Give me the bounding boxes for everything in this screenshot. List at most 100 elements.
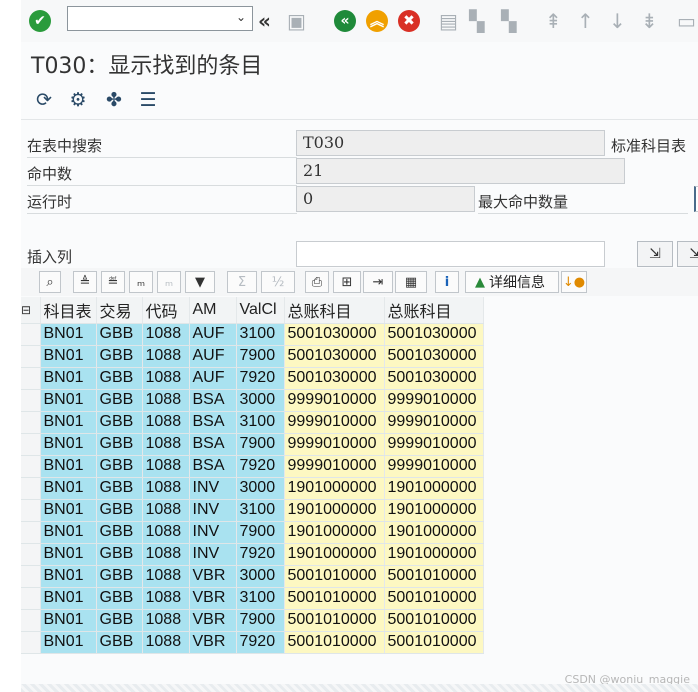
table-cell[interactable]: GBB xyxy=(96,477,143,500)
column-header[interactable]: 交易 xyxy=(96,297,143,324)
table-cell[interactable]: 5001030000 xyxy=(284,367,385,390)
table-cell[interactable]: 3000 xyxy=(236,389,285,412)
column-header[interactable]: 代码 xyxy=(142,297,190,324)
details-view-button[interactable]: ⌕ xyxy=(39,271,61,293)
table-cell[interactable]: 1088 xyxy=(142,565,190,588)
table-row[interactable]: BN01 GBB 1088 VBR 7920 5001010000 5001010000 xyxy=(21,631,484,654)
column-header[interactable]: AM xyxy=(189,297,237,324)
table-cell[interactable]: 1901000000 xyxy=(384,521,484,544)
table-cell[interactable]: GBB xyxy=(96,389,143,412)
column-header[interactable]: 总账科目 xyxy=(384,297,484,324)
table-cell[interactable]: AUF xyxy=(189,367,237,390)
sort-ascending-button[interactable]: ≜ xyxy=(73,271,97,293)
table-cell[interactable]: 1901000000 xyxy=(284,521,385,544)
select-all-cell[interactable]: ⊟ xyxy=(21,297,41,324)
export-button[interactable]: ⇥ xyxy=(363,271,393,293)
save-icon[interactable]: ▣ xyxy=(287,8,306,34)
table-cell[interactable]: 5001010000 xyxy=(284,565,385,588)
find-next-icon[interactable]: ▚ xyxy=(501,8,516,34)
table-cell[interactable]: BN01 xyxy=(40,345,97,368)
table-cell[interactable]: 5001030000 xyxy=(284,323,385,346)
row-selector[interactable] xyxy=(21,323,41,346)
insert-column-field[interactable] xyxy=(296,241,605,267)
table-cell[interactable]: 1088 xyxy=(142,455,190,478)
double-chevron-left-icon[interactable]: « xyxy=(258,8,271,34)
table-cell[interactable]: 5001030000 xyxy=(384,323,484,346)
table-cell[interactable]: 1088 xyxy=(142,367,190,390)
column-header[interactable]: ValCl xyxy=(236,297,285,324)
row-selector[interactable] xyxy=(21,455,41,478)
max-hits-field[interactable] xyxy=(694,186,698,212)
table-cell[interactable]: GBB xyxy=(96,433,143,456)
back-button[interactable]: « xyxy=(334,8,356,34)
exit-button[interactable]: ︽ xyxy=(366,8,388,34)
table-cell[interactable]: 9999010000 xyxy=(284,455,385,478)
table-cell[interactable]: VBR xyxy=(189,631,237,654)
table-cell[interactable]: 5001010000 xyxy=(284,609,385,632)
table-cell[interactable]: 5001030000 xyxy=(284,345,385,368)
table-cell[interactable]: GBB xyxy=(96,367,143,390)
table-cell[interactable]: 1901000000 xyxy=(284,499,385,522)
new-session-icon[interactable]: ▭ xyxy=(677,8,696,34)
table-cell[interactable]: BN01 xyxy=(40,389,97,412)
layout-button[interactable]: ▦ xyxy=(395,271,427,293)
table-cell[interactable]: BSA xyxy=(189,411,237,434)
next-page-icon[interactable]: ↓ xyxy=(609,8,626,34)
table-cell[interactable]: AUF xyxy=(189,345,237,368)
table-cell[interactable]: 1088 xyxy=(142,609,190,632)
row-selector[interactable] xyxy=(21,631,41,654)
table-cell[interactable]: 5001010000 xyxy=(384,565,484,588)
table-cell[interactable]: 1088 xyxy=(142,389,190,412)
settings-icon[interactable]: ⚙ xyxy=(65,87,91,113)
table-cell[interactable]: BSA xyxy=(189,389,237,412)
column-header[interactable]: 总账科目 xyxy=(284,297,385,324)
table-cell[interactable]: 3100 xyxy=(236,587,285,610)
table-cell[interactable]: 1088 xyxy=(142,521,190,544)
table-cell[interactable]: 3100 xyxy=(236,323,285,346)
find-next-button[interactable]: ₘ xyxy=(157,271,181,293)
refresh-icon[interactable]: ⟳ xyxy=(31,87,57,113)
table-cell[interactable]: GBB xyxy=(96,345,143,368)
table-cell[interactable]: 3100 xyxy=(236,499,285,522)
print-icon[interactable]: ▤ xyxy=(439,8,458,34)
row-selector[interactable] xyxy=(21,345,41,368)
enter-button[interactable]: ✔ xyxy=(29,8,51,34)
row-selector[interactable] xyxy=(21,433,41,456)
cancel-button[interactable]: ✖ xyxy=(398,8,420,34)
table-cell[interactable]: 9999010000 xyxy=(384,411,484,434)
row-selector[interactable] xyxy=(21,587,41,610)
row-selector[interactable] xyxy=(21,543,41,566)
table-cell[interactable]: 1088 xyxy=(142,543,190,566)
table-cell[interactable]: 1088 xyxy=(142,499,190,522)
table-row[interactable]: BN01 GBB 1088 BSA 7900 9999010000 9999010000 xyxy=(21,433,484,456)
table-cell[interactable]: 1088 xyxy=(142,631,190,654)
table-cell[interactable]: 9999010000 xyxy=(384,455,484,478)
first-page-icon[interactable]: ⇞ xyxy=(545,8,562,34)
previous-page-icon[interactable]: ↑ xyxy=(577,8,594,34)
row-selector[interactable] xyxy=(21,411,41,434)
insert-column-button-2[interactable]: ⇲ xyxy=(677,241,698,267)
table-cell[interactable]: 3000 xyxy=(236,477,285,500)
table-row[interactable]: BN01 GBB 1088 INV 7900 1901000000 1901000000 xyxy=(21,521,484,544)
table-cell[interactable]: GBB xyxy=(96,455,143,478)
table-cell[interactable]: BN01 xyxy=(40,367,97,390)
table-cell[interactable]: INV xyxy=(189,477,237,500)
table-cell[interactable]: 5001030000 xyxy=(384,367,484,390)
table-cell[interactable]: BSA xyxy=(189,455,237,478)
row-selector[interactable] xyxy=(21,499,41,522)
table-cell[interactable]: 5001030000 xyxy=(384,345,484,368)
table-row[interactable]: BN01 GBB 1088 AUF 7900 5001030000 5001030000 xyxy=(21,345,484,368)
table-cell[interactable]: GBB xyxy=(96,543,143,566)
filter-button[interactable]: ▼ xyxy=(185,271,215,293)
table-cell[interactable]: 7900 xyxy=(236,345,285,368)
table-cell[interactable]: 1088 xyxy=(142,345,190,368)
table-cell[interactable]: 5001010000 xyxy=(384,609,484,632)
table-cell[interactable]: GBB xyxy=(96,499,143,522)
table-row[interactable]: BN01 GBB 1088 BSA 3000 9999010000 9999010000 xyxy=(21,389,484,412)
document-icon[interactable]: ☰ xyxy=(135,87,161,113)
row-selector[interactable] xyxy=(21,389,41,412)
table-cell[interactable]: GBB xyxy=(96,323,143,346)
command-field[interactable]: ⌄ xyxy=(67,6,253,31)
table-cell[interactable]: 5001010000 xyxy=(384,631,484,654)
table-cell[interactable]: VBR xyxy=(189,565,237,588)
